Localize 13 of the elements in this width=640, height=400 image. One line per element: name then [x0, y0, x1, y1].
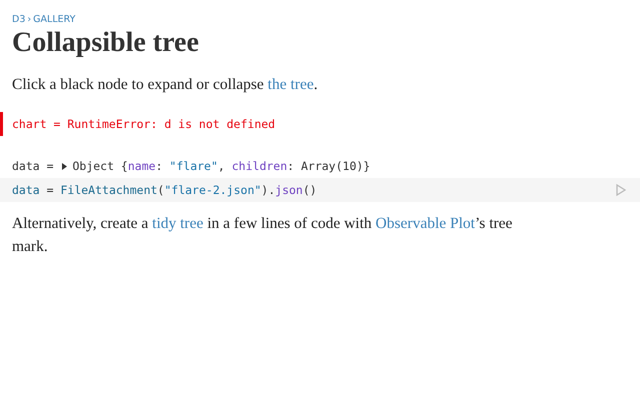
code-cell: data = FileAttachment("flare-2.json").json() [0, 178, 640, 202]
text-link[interactable]: Observable Plot [376, 215, 475, 232]
text-link[interactable]: tidy tree [152, 215, 204, 232]
outro-paragraph: Alternatively, create a tidy tree in a few lines of code with Observable Plot’s tree mark. [12, 214, 514, 257]
breadcrumb-link[interactable]: D3 [12, 14, 26, 25]
page-title: Collapsible tree [12, 27, 199, 59]
disclosure-triangle-icon[interactable] [61, 162, 68, 170]
breadcrumb-link[interactable]: GALLERY [33, 14, 76, 25]
breadcrumb-separator: › [27, 14, 32, 25]
error-cell: chart = RuntimeError: d is not defined [0, 112, 640, 136]
intro-paragraph: Click a black node to expand or collapse the tree. [12, 75, 319, 95]
output-cell-text: data = Object {name: "flare", children: Array(10)} [11, 158, 372, 175]
text-link[interactable]: the tree [268, 76, 314, 93]
